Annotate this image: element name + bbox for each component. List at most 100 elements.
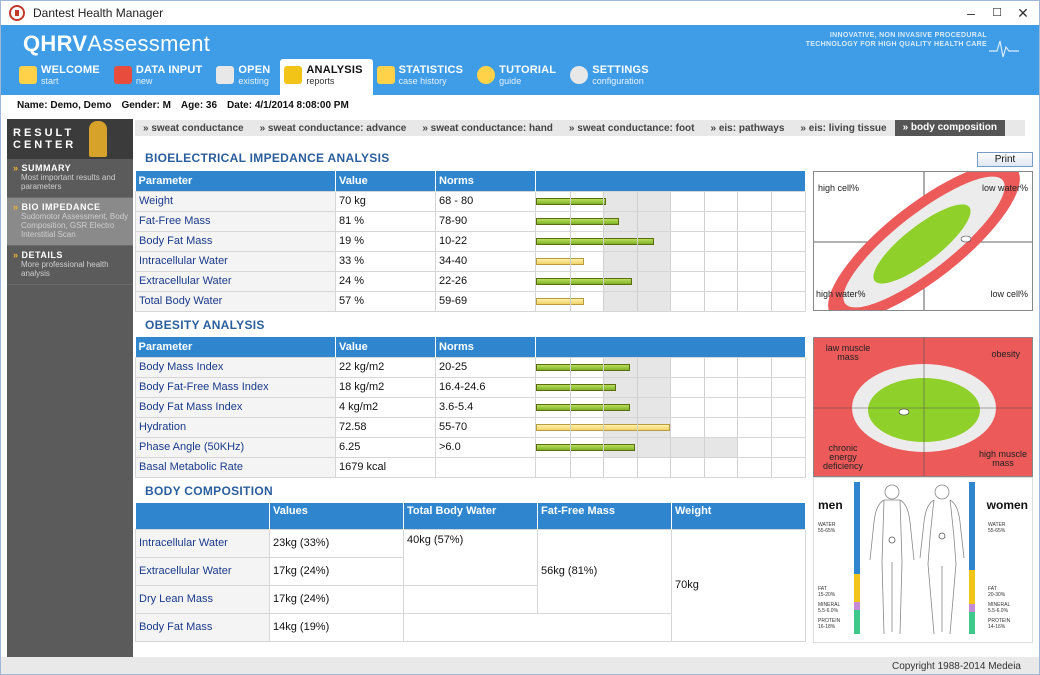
close-button[interactable]: ✕	[1011, 3, 1035, 23]
sidebar-item-title: SUMMARY	[13, 163, 129, 173]
bar-cell	[535, 396, 806, 418]
param-norm: 22-26	[435, 270, 536, 292]
obesity-table: Parameter Value Norms Body Mass Index 22 kg/…	[135, 337, 806, 478]
bar-cell	[535, 290, 806, 312]
sidebar-item-desc: Sudomotor Assessment, Body Composition, …	[21, 212, 129, 239]
print-button[interactable]: Print	[977, 152, 1033, 167]
param-value: 57 %	[335, 290, 436, 312]
women-label: women	[986, 498, 1028, 512]
param-name: Total Body Water	[135, 290, 336, 312]
table-row: Fat-Free Mass 81 % 78-90	[135, 210, 806, 232]
table-row: Weight 70 kg 68 - 80	[135, 190, 806, 212]
param-name: Phase Angle (50KHz)	[135, 436, 336, 458]
table-cell: 23kg (33%)	[269, 528, 404, 558]
tagline: INNOVATIVE, NON INVASIVE PROCEDURAL TECHN…	[805, 32, 987, 48]
tab-statistics[interactable]: STATISTICS case history	[373, 59, 474, 95]
param-value: 4 kg/m2	[335, 396, 436, 418]
param-norm: >6.0	[435, 436, 536, 458]
tab-label: OPEN	[238, 64, 271, 76]
bar-cell	[535, 376, 806, 398]
tab-analysis[interactable]: ANALYSIS reports	[280, 59, 373, 95]
patient-date: Date: 4/1/2014 8:08:00 PM	[227, 99, 349, 111]
table-cell: 17kg (24%)	[269, 584, 404, 614]
maximize-button[interactable]: ☐	[985, 3, 1009, 23]
param-norm: 55-70	[435, 416, 536, 438]
quadrant-label-bl: chronic energy deficiency	[822, 443, 864, 471]
patient-gender: Gender: M	[121, 99, 171, 111]
bar-cell	[535, 356, 806, 378]
subtab-3[interactable]: » sweat conductance: foot	[561, 123, 703, 134]
subtab-4[interactable]: » eis: pathways	[703, 123, 793, 134]
tab-welcome[interactable]: WELCOME start	[15, 59, 110, 95]
subtab-0[interactable]: » sweat conductance	[135, 123, 252, 134]
col-header-bar	[535, 171, 806, 191]
tab-label: STATISTICS	[398, 64, 464, 76]
tab-sublabel: configuration	[592, 76, 644, 86]
quadrant-label-br: high muscle mass	[978, 449, 1028, 468]
body-silhouettes	[869, 484, 965, 635]
sidebar-item-summary[interactable]: SUMMARYMost important results and parame…	[7, 159, 133, 198]
value-bar	[536, 383, 616, 391]
table-row: Intracellular Water 33 % 34-40	[135, 250, 806, 272]
quadrant-label-br: low cell%	[990, 289, 1028, 299]
param-name: Body Mass Index	[135, 356, 336, 378]
sidebar-item-bio-impedance[interactable]: BIO IMPEDANCESudomotor Assessment, Body …	[7, 198, 133, 246]
value-bar	[536, 363, 630, 371]
param-value: 72.58	[335, 416, 436, 438]
subtab-1[interactable]: » sweat conductance: advance	[252, 123, 415, 134]
col-header: Value	[335, 171, 436, 191]
param-value: 1679 kcal	[335, 456, 436, 478]
bar-cell	[535, 456, 806, 478]
value-bar	[536, 297, 584, 305]
col-header: Norms	[435, 171, 536, 191]
bar-cell	[535, 416, 806, 438]
col-header-tbw: Total Body Water	[403, 503, 538, 529]
param-norm: 59-69	[435, 290, 536, 312]
men-label: men	[818, 498, 843, 512]
table-row: Body Mass Index 22 kg/m2 20-25	[135, 356, 806, 378]
tab-sublabel: new	[135, 76, 153, 86]
tab-label: DATA INPUT	[135, 64, 203, 76]
app-window: Dantest Health Manager – ☐ ✕ QHRVAssessm…	[0, 0, 1040, 675]
col-header-bar	[535, 337, 806, 357]
param-norm: 16.4-24.6	[435, 376, 536, 398]
sidebar-item-details[interactable]: DETAILSMore professional health analysis	[7, 246, 133, 285]
minimize-button[interactable]: –	[959, 3, 983, 23]
quadrant-label-tl: law muscle mass	[825, 343, 871, 362]
col-header: Value	[335, 337, 436, 357]
tab-tutorial[interactable]: TUTORIAL guide	[473, 59, 566, 95]
sidebar-item-desc: Most important results and parameters	[21, 173, 116, 191]
param-norm: 68 - 80	[435, 190, 536, 212]
sidebar-item-desc: More professional health analysis	[21, 260, 109, 278]
param-value: 70 kg	[335, 190, 436, 212]
tab-sublabel: start	[41, 76, 59, 86]
men-water-label: WATER 55-65%	[818, 522, 836, 534]
heartbeat-icon	[989, 40, 1019, 58]
empty-cell	[403, 584, 538, 614]
param-name: Fat-Free Mass	[135, 210, 336, 232]
param-name: Body Fat Mass Index	[135, 396, 336, 418]
param-name: Extracellular Water	[135, 270, 336, 292]
param-value: 81 %	[335, 210, 436, 232]
table-row-label: Dry Lean Mass	[135, 584, 270, 614]
bar-cell	[535, 436, 806, 458]
app-header: QHRVAssessment INNOVATIVE, NON INVASIVE …	[1, 25, 1039, 95]
tab-open[interactable]: OPEN existing	[212, 59, 280, 95]
subtab-6[interactable]: » body composition	[894, 120, 1006, 136]
tab-data-input[interactable]: DATA INPUT new	[110, 59, 213, 95]
param-norm: 78-90	[435, 210, 536, 232]
home-icon	[19, 66, 37, 84]
composition-section-title: BODY COMPOSITION	[145, 484, 273, 498]
table-row-label: Intracellular Water	[135, 528, 270, 558]
table-row: Basal Metabolic Rate 1679 kcal	[135, 456, 806, 478]
param-value: 6.25	[335, 436, 436, 458]
tab-settings[interactable]: SETTINGS configuration	[566, 59, 659, 95]
subtab-2[interactable]: » sweat conductance: hand	[414, 123, 561, 134]
obesity-section-title: OBESITY ANALYSIS	[145, 318, 265, 332]
param-value: 18 kg/m2	[335, 376, 436, 398]
param-value: 19 %	[335, 230, 436, 252]
sidebar-item-title: BIO IMPEDANCE	[13, 202, 129, 212]
subtab-5[interactable]: » eis: living tissue	[792, 123, 894, 134]
bar-cell	[535, 250, 806, 272]
param-name: Hydration	[135, 416, 336, 438]
